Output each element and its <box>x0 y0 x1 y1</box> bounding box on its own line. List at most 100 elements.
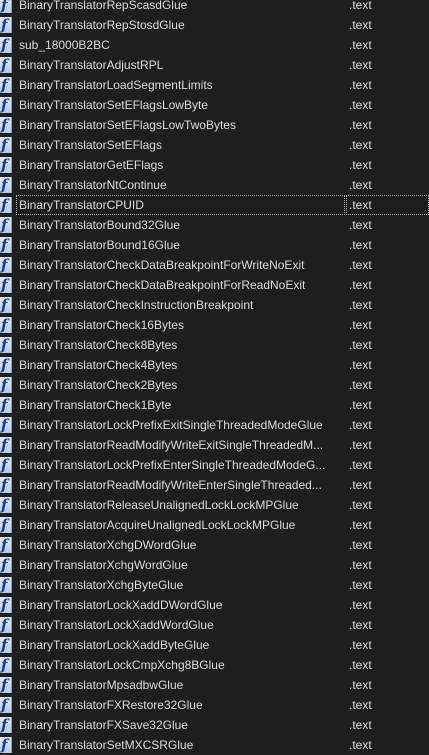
function-name[interactable]: BinaryTranslatorXchgDWordGlue <box>16 535 345 555</box>
function-name[interactable]: BinaryTranslatorCheck8Bytes <box>16 335 345 355</box>
function-segment: .text <box>349 538 372 552</box>
function-name[interactable]: BinaryTranslatorReadModifyWriteEnterSing… <box>16 475 345 495</box>
function-icon-glyph: f <box>1 236 8 254</box>
function-row[interactable]: f BinaryTranslatorSetEFlagsLowTwoBytes .te… <box>0 115 429 135</box>
function-name[interactable]: BinaryTranslatorLockXaddWordGlue <box>16 615 345 635</box>
function-segment: .text <box>349 258 372 272</box>
function-name[interactable]: BinaryTranslatorXchgByteGlue <box>16 575 345 595</box>
function-icon: f <box>0 176 12 194</box>
function-icon: f <box>0 676 12 694</box>
function-row[interactable]: f BinaryTranslatorCheckInstructionBreakpo… <box>0 295 429 315</box>
function-segment: .text <box>349 78 372 92</box>
function-icon: f <box>0 296 12 314</box>
function-row[interactable]: f BinaryTranslatorCheck1Byte .text <box>0 395 429 415</box>
function-row[interactable]: f BinaryTranslatorBound32Glue .text <box>0 215 429 235</box>
function-name[interactable]: BinaryTranslatorLoadSegmentLimits <box>16 75 345 95</box>
function-row[interactable]: f BinaryTranslatorSetMXCSRGlue .text <box>0 735 429 755</box>
function-name[interactable]: BinaryTranslatorCPUID <box>16 195 345 215</box>
function-name[interactable]: BinaryTranslatorLockXaddByteGlue <box>16 635 345 655</box>
function-segment: .text <box>349 218 372 232</box>
function-name[interactable]: BinaryTranslatorNtContinue <box>16 175 345 195</box>
function-name[interactable]: BinaryTranslatorCheck16Bytes <box>16 315 345 335</box>
function-name[interactable]: BinaryTranslatorBound16Glue <box>16 235 345 255</box>
function-icon-glyph: f <box>1 496 8 514</box>
function-name[interactable]: BinaryTranslatorAcquireUnalignedLockLock… <box>16 515 345 535</box>
function-row[interactable]: f BinaryTranslatorCheck8Bytes .text <box>0 335 429 355</box>
function-row[interactable]: f BinaryTranslatorXchgDWordGlue .text <box>0 535 429 555</box>
function-icon: f <box>0 736 12 754</box>
function-row[interactable]: f BinaryTranslatorCheck2Bytes .text <box>0 375 429 395</box>
function-name[interactable]: BinaryTranslatorCheckDataBreakpointForWr… <box>16 255 345 275</box>
function-name[interactable]: BinaryTranslatorAdjustRPL <box>16 55 345 75</box>
function-icon: f <box>0 476 12 494</box>
function-segment: .text <box>349 578 372 592</box>
function-row[interactable]: f BinaryTranslatorLockXaddWordGlue .text <box>0 615 429 635</box>
function-row[interactable]: f BinaryTranslatorReadModifyWriteEnterSin… <box>0 475 429 495</box>
function-name[interactable]: BinaryTranslatorLockPrefixEnterSingleThr… <box>16 455 345 475</box>
function-icon-glyph: f <box>1 396 8 414</box>
function-row[interactable]: f BinaryTranslatorCheckDataBreakpointForW… <box>0 255 429 275</box>
function-row[interactable]: f sub_18000B2BC .text <box>0 35 429 55</box>
function-name[interactable]: BinaryTranslatorSetEFlagsLowByte <box>16 95 345 115</box>
function-name[interactable]: BinaryTranslatorReadModifyWriteExitSingl… <box>16 435 345 455</box>
function-row[interactable]: f BinaryTranslatorRepScasdGlue .text <box>0 0 429 15</box>
function-name[interactable]: BinaryTranslatorGetEFlags <box>16 155 345 175</box>
function-row[interactable]: f BinaryTranslatorBound16Glue .text <box>0 235 429 255</box>
function-name[interactable]: BinaryTranslatorLockPrefixExitSingleThre… <box>16 415 345 435</box>
function-name[interactable]: BinaryTranslatorFXSave32Glue <box>16 715 345 735</box>
functions-list[interactable]: f BinaryTranslatorRepScasdGlue .text f Binar… <box>0 0 429 755</box>
function-row[interactable]: f BinaryTranslatorCheck4Bytes .text <box>0 355 429 375</box>
function-row[interactable]: f BinaryTranslatorCheck16Bytes .text <box>0 315 429 335</box>
function-row[interactable]: f BinaryTranslatorLockCmpXchg8BGlue .text <box>0 655 429 675</box>
function-row[interactable]: f BinaryTranslatorLoadSegmentLimits .text <box>0 75 429 95</box>
function-row[interactable]: f BinaryTranslatorXchgWordGlue .text <box>0 555 429 575</box>
function-name[interactable]: BinaryTranslatorMpsadbwGlue <box>16 675 345 695</box>
function-segment: .text <box>349 658 372 672</box>
function-name[interactable]: BinaryTranslatorCheckInstructionBreakpoi… <box>16 295 345 315</box>
function-name[interactable]: BinaryTranslatorLockXaddDWordGlue <box>16 595 345 615</box>
function-name[interactable]: BinaryTranslatorCheck2Bytes <box>16 375 345 395</box>
function-icon-glyph: f <box>1 216 8 234</box>
function-row[interactable]: f BinaryTranslatorFXSave32Glue .text <box>0 715 429 735</box>
function-row[interactable]: f BinaryTranslatorAcquireUnalignedLockLoc… <box>0 515 429 535</box>
function-name[interactable]: BinaryTranslatorCheckDataBreakpointForRe… <box>16 275 345 295</box>
function-name[interactable]: BinaryTranslatorSetMXCSRGlue <box>16 735 345 755</box>
function-segment: .text <box>349 418 372 432</box>
function-name[interactable]: BinaryTranslatorRepStosdGlue <box>16 15 345 35</box>
function-row[interactable]: f BinaryTranslatorGetEFlags .text <box>0 155 429 175</box>
function-row[interactable]: f BinaryTranslatorLockXaddByteGlue .text <box>0 635 429 655</box>
function-row[interactable]: f BinaryTranslatorRepStosdGlue .text <box>0 15 429 35</box>
function-name[interactable]: BinaryTranslatorSetEFlags <box>16 135 345 155</box>
function-name[interactable]: BinaryTranslatorFXRestore32Glue <box>16 695 345 715</box>
function-icon: f <box>0 316 12 334</box>
function-name[interactable]: BinaryTranslatorCheck1Byte <box>16 395 345 415</box>
function-name[interactable]: BinaryTranslatorReleaseUnalignedLockLock… <box>16 495 345 515</box>
function-name[interactable]: BinaryTranslatorLockCmpXchg8BGlue <box>16 655 345 675</box>
function-row[interactable]: f BinaryTranslatorReleaseUnalignedLockLoc… <box>0 495 429 515</box>
function-row[interactable]: f BinaryTranslatorNtContinue .text <box>0 175 429 195</box>
function-row[interactable]: f BinaryTranslatorSetEFlagsLowByte .text <box>0 95 429 115</box>
function-name[interactable]: sub_18000B2BC <box>16 35 345 55</box>
function-segment: .text <box>349 698 372 712</box>
function-row[interactable]: f BinaryTranslatorMpsadbwGlue .text <box>0 675 429 695</box>
function-name[interactable]: BinaryTranslatorBound32Glue <box>16 215 345 235</box>
function-segment: .text <box>349 98 372 112</box>
function-icon: f <box>0 96 12 114</box>
function-row[interactable]: f BinaryTranslatorSetEFlags .text <box>0 135 429 155</box>
function-icon-glyph: f <box>1 616 8 634</box>
function-name[interactable]: BinaryTranslatorCheck4Bytes <box>16 355 345 375</box>
function-icon-glyph: f <box>1 336 8 354</box>
function-name[interactable]: BinaryTranslatorXchgWordGlue <box>16 555 345 575</box>
function-row[interactable]: f BinaryTranslatorReadModifyWriteExitSing… <box>0 435 429 455</box>
function-name[interactable]: BinaryTranslatorSetEFlagsLowTwoBytes <box>16 115 345 135</box>
function-icon: f <box>0 36 12 54</box>
function-row[interactable]: f BinaryTranslatorAdjustRPL .text <box>0 55 429 75</box>
function-row[interactable]: f BinaryTranslatorLockPrefixEnterSingleTh… <box>0 455 429 475</box>
function-name[interactable]: BinaryTranslatorRepScasdGlue <box>16 0 345 15</box>
function-row[interactable]: f BinaryTranslatorLockXaddDWordGlue .text <box>0 595 429 615</box>
function-row[interactable]: f BinaryTranslatorLockPrefixExitSingleThr… <box>0 415 429 435</box>
function-row[interactable]: f BinaryTranslatorXchgByteGlue .text <box>0 575 429 595</box>
function-row[interactable]: f BinaryTranslatorCheckDataBreakpointForR… <box>0 275 429 295</box>
function-row[interactable]: f BinaryTranslatorCPUID .text <box>0 195 429 215</box>
function-row[interactable]: f BinaryTranslatorFXRestore32Glue .text <box>0 695 429 715</box>
